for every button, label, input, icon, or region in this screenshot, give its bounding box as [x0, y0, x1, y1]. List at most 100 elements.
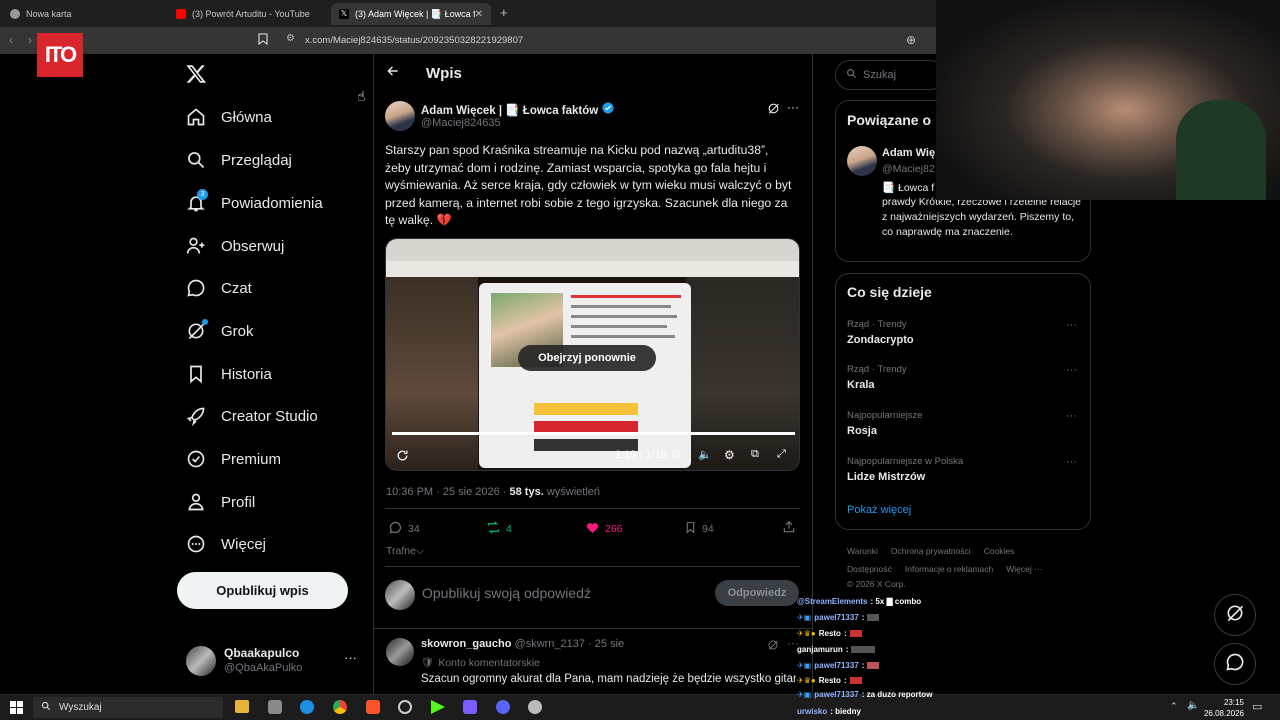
video-replay-button[interactable]: Obejrzyj ponownie — [518, 345, 656, 371]
zoom-icon[interactable]: ⊕ — [906, 33, 916, 47]
account-more-icon[interactable]: ··· — [344, 650, 357, 665]
account-name[interactable]: Qbaakapulco — [224, 646, 299, 660]
new-tab-icon[interactable]: + — [500, 5, 508, 20]
app-icon[interactable] — [268, 700, 282, 714]
youtube-icon — [176, 9, 186, 19]
volume-icon[interactable]: 🔈 — [698, 448, 712, 461]
post-button[interactable]: Opublikuj wpis — [177, 572, 348, 609]
trend-more-icon[interactable]: ··· — [1066, 364, 1077, 376]
windows-start-icon[interactable] — [10, 701, 23, 714]
footer-link[interactable]: Dostępność — [847, 564, 892, 574]
file-explorer-icon[interactable] — [235, 700, 249, 713]
trend-more-icon[interactable]: ··· — [1066, 410, 1077, 422]
reply-input[interactable]: Opublikuj swoją odpowiedź — [422, 585, 591, 601]
chat-badge-icon: ✈▣ — [797, 690, 812, 699]
related-avatar[interactable] — [847, 146, 877, 176]
related-name[interactable]: Adam Wię — [882, 147, 935, 159]
settings-gear-icon[interactable]: ⚙ — [724, 448, 735, 462]
trend-item[interactable]: Najpopularniejsze w Polska Lidze Mistrzó… — [847, 456, 963, 483]
nav-item-more[interactable]: Więcej — [186, 534, 266, 554]
video-progress-track[interactable] — [392, 432, 795, 435]
fullscreen-icon[interactable]: ⤢ — [777, 448, 786, 461]
video-donation-panel — [479, 283, 691, 468]
brave-icon[interactable] — [366, 700, 380, 714]
url-text[interactable]: x.com/Maciej824635/status/20923503282219… — [305, 35, 523, 46]
app-icon[interactable] — [528, 700, 542, 714]
account-handle: @QbaAkaPulko — [224, 662, 303, 674]
trend-more-icon[interactable]: ··· — [1066, 319, 1077, 331]
chat-line: ganjamurun: — [797, 645, 876, 654]
captions-icon[interactable]: ⊡ — [672, 449, 680, 460]
tab-new[interactable]: Nowa karta — [2, 3, 167, 25]
nav-item-chat[interactable]: Czat — [186, 278, 252, 298]
volume-icon[interactable]: 🔈 — [1187, 700, 1199, 711]
like-button[interactable]: 266 — [585, 520, 623, 538]
x-logo-icon[interactable] — [186, 64, 207, 89]
nav-item-grok[interactable]: Grok — [186, 319, 254, 341]
taskbar-search[interactable]: Wyszukaj — [33, 697, 223, 718]
messages-floating-button[interactable] — [1214, 643, 1256, 685]
nav-item-creator-studio[interactable]: Creator Studio — [186, 406, 318, 426]
footer-link[interactable]: Informacje o reklamach — [905, 564, 993, 574]
nav-item-profile[interactable]: Profil — [186, 492, 255, 512]
taskbar-clock[interactable]: 23:15 26.08.2026 — [1200, 697, 1244, 719]
footer-link[interactable]: Cookies — [984, 546, 1015, 556]
chrome-icon[interactable] — [333, 700, 347, 714]
tweet-video[interactable]: Obejrzyj ponownie 1:19 / 1:19 ⊡ 🔈 ⚙ ⧉ ⤢ — [385, 238, 800, 471]
sort-replies-dropdown[interactable]: Trafne⌵ — [386, 545, 424, 558]
trend-item[interactable]: Najpopularniejsze Rosja — [847, 410, 923, 437]
bookmark-page-icon[interactable] — [258, 33, 268, 48]
notification-center-icon[interactable]: ▭ — [1252, 700, 1262, 713]
nav-item-home[interactable]: Główna — [186, 107, 272, 127]
more-circle-icon — [186, 534, 206, 554]
replay-icon[interactable] — [396, 449, 409, 467]
footer-link[interactable]: Ochrona prywatności — [891, 546, 971, 556]
search-input[interactable]: Szukaj — [835, 60, 945, 90]
author-name-row[interactable]: Adam Więcek | 📑 Łowca faktów — [421, 102, 614, 117]
footer-link[interactable]: Więcej ··· — [1006, 564, 1042, 574]
tweet-timestamp[interactable]: 10:36 PM · 25 sie 2026 · — [386, 486, 510, 498]
comment-author[interactable]: skowron_gaucho — [421, 638, 511, 650]
comment-avatar[interactable] — [386, 638, 414, 666]
author-name[interactable]: Adam Więcek | 📑 Łowca faktów — [421, 103, 598, 117]
grok-explain-icon[interactable] — [767, 102, 780, 120]
comment-grok-icon[interactable] — [767, 638, 779, 656]
kick-icon[interactable] — [431, 700, 445, 714]
chat-icon — [1225, 652, 1245, 677]
site-info-icon[interactable]: ⚙ — [286, 33, 295, 44]
webcam-overlay — [936, 0, 1280, 200]
tweet-more-icon[interactable]: ··· — [787, 100, 799, 114]
edge-icon[interactable] — [300, 700, 314, 714]
author-avatar[interactable] — [385, 101, 415, 131]
video-toolbar — [386, 261, 799, 277]
nav-item-explore[interactable]: Przeglądaj — [186, 150, 292, 170]
back-arrow-icon[interactable] — [386, 64, 400, 82]
trend-item[interactable]: Rząd · Trendy Zondacrypto — [847, 319, 914, 346]
share-icon[interactable] — [782, 520, 796, 539]
reply-button[interactable]: 34 — [388, 520, 420, 538]
repost-button[interactable]: 4 — [486, 520, 512, 538]
back-arrow-icon[interactable]: ‹ — [9, 33, 13, 47]
nav-item-premium[interactable]: Premium — [186, 449, 281, 469]
obs-icon[interactable] — [398, 700, 412, 714]
discord-icon[interactable] — [496, 700, 510, 714]
trend-item[interactable]: Rząd · Trendy Krala — [847, 364, 907, 391]
close-tab-icon[interactable]: ✕ — [475, 9, 483, 20]
account-avatar[interactable] — [186, 646, 216, 676]
show-more-link[interactable]: Pokaż więcej — [847, 504, 911, 516]
tab-youtube[interactable]: (3) Powrót Artuditu - YouTube — [168, 3, 330, 25]
nav-item-notifications[interactable]: 3 Powiadomienia — [186, 189, 323, 213]
bookmark-button[interactable]: 94 — [684, 520, 714, 538]
app-icon[interactable] — [463, 700, 477, 714]
footer-link[interactable]: Warunki — [847, 546, 878, 556]
reply-submit-button[interactable]: Odpowiedz — [715, 580, 799, 606]
tray-chevron-icon[interactable]: ⌃ — [1170, 701, 1178, 712]
forward-arrow-icon[interactable]: › — [28, 33, 32, 47]
nav-item-history[interactable]: Historia — [186, 364, 272, 384]
nav-item-follow[interactable]: Obserwuj — [186, 236, 284, 256]
trend-more-icon[interactable]: ··· — [1066, 456, 1077, 468]
grok-floating-button[interactable] — [1214, 594, 1256, 636]
tab-x[interactable]: 𝕏 (3) Adam Więcek | 📑 Łowca fakt ✕ — [331, 3, 491, 25]
windows-taskbar: Wyszukaj ⌃ 🔈 23:15 26.08.2026 ▭ — [0, 694, 1280, 720]
pip-icon[interactable]: ⧉ — [751, 448, 759, 461]
